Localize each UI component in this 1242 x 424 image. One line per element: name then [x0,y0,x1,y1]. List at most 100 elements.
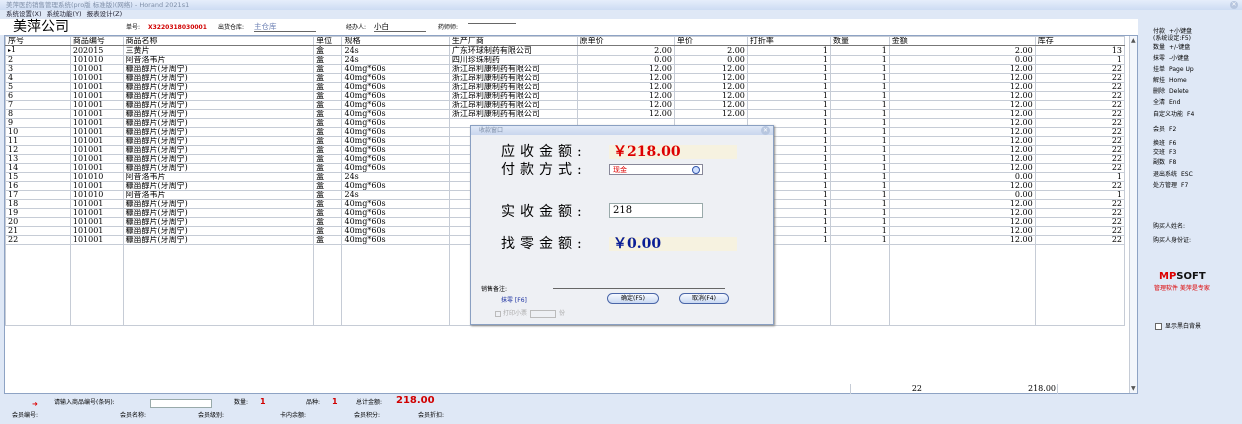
table-cell[interactable]: 101001 [69,73,124,83]
table-cell[interactable]: 18 [5,199,71,209]
confirm-button[interactable]: 确定(F5) [607,293,659,304]
print-copies-input[interactable] [530,309,557,318]
table-cell[interactable]: 12.00 [673,100,748,110]
table-cell[interactable]: 浙江昂利康制药有限公司 [448,91,578,101]
col-header[interactable]: 规格 [341,36,450,46]
cancel-button[interactable]: 取消(F4) [679,293,729,304]
table-cell[interactable]: 40mg*60s [341,127,450,137]
table-cell[interactable]: 阿昔洛韦片 [122,190,315,200]
table-cell[interactable]: 24s [341,172,450,182]
table-cell[interactable]: 12.00 [576,91,675,101]
table-cell[interactable]: 12.00 [888,109,1036,119]
col-header[interactable]: 原单价 [576,36,675,46]
table-cell[interactable]: 22 [1034,100,1126,110]
dropdown-icon[interactable] [692,166,700,174]
table-cell[interactable]: 12.00 [673,73,748,83]
table-cell[interactable]: 0.00 [673,55,748,65]
table-cell[interactable]: 浙江昂利康制药有限公司 [448,64,578,74]
table-cell[interactable]: 盒 [313,190,343,200]
table-cell[interactable]: 12.00 [673,64,748,74]
table-cell[interactable]: 22 [1034,181,1126,191]
print-receipt-option[interactable]: 打印小票 份 [495,308,565,318]
table-cell[interactable]: 糠甾醇片(牙周宁) [122,199,315,209]
table-cell[interactable]: 22 [1034,226,1126,236]
table-cell[interactable]: 101001 [69,64,124,74]
table-cell[interactable]: 9 [5,118,71,128]
handler-field[interactable]: 小白 [374,23,426,32]
table-cell[interactable]: 盒 [313,145,343,155]
table-cell[interactable]: 1 [746,73,832,83]
col-header[interactable]: 商品名称 [122,36,315,46]
table-cell[interactable]: 40mg*60s [341,118,450,128]
table-cell[interactable]: 13 [5,154,71,164]
table-cell[interactable]: 40mg*60s [341,235,450,245]
table-cell[interactable]: 12.00 [888,181,1036,191]
table-cell[interactable]: 40mg*60s [341,91,450,101]
table-cell[interactable]: 浙江昂利康制药有限公司 [448,109,578,119]
table-cell[interactable]: 1 [830,100,890,110]
table-cell[interactable]: 101010 [69,190,124,200]
table-cell[interactable]: 1 [830,235,890,245]
warehouse-select[interactable]: 主仓库 [254,23,316,32]
table-cell[interactable]: 浙江昂利康制药有限公司 [448,73,578,83]
wipe-zero-link[interactable]: 抹零 [F6] [501,295,527,304]
table-cell[interactable]: 12.00 [576,100,675,110]
table-cell[interactable]: 101001 [69,100,124,110]
table-cell[interactable]: 2.00 [576,45,675,56]
menu-system-settings[interactable]: 系统设置(X) [6,10,42,19]
table-cell[interactable]: 40mg*60s [341,163,450,173]
table-cell[interactable]: 10 [5,127,71,137]
table-cell[interactable]: 三黄片 [122,45,315,56]
table-cell[interactable]: 1 [830,145,890,155]
pay-method-select[interactable]: 现金 [609,164,703,175]
table-cell[interactable]: 12.00 [576,82,675,92]
table-cell[interactable]: 40mg*60s [341,217,450,227]
table-cell[interactable]: 15 [5,172,71,182]
table-cell[interactable]: 22 [1034,235,1126,245]
table-cell[interactable]: 2 [5,55,71,65]
table-cell[interactable]: 盒 [313,199,343,209]
table-cell[interactable]: 阿昔洛韦片 [122,172,315,182]
table-cell[interactable]: 7 [5,100,71,110]
table-cell[interactable]: 1 [830,127,890,137]
table-cell[interactable]: 101001 [69,217,124,227]
table-cell[interactable]: 糠甾醇片(牙周宁) [122,100,315,110]
table-cell[interactable]: 12.00 [888,73,1036,83]
table-cell[interactable]: 40mg*60s [341,136,450,146]
table-cell[interactable]: 1 [746,64,832,74]
table-cell[interactable]: 糠甾醇片(牙周宁) [122,154,315,164]
print-checkbox[interactable] [495,310,501,317]
close-icon[interactable]: ✕ [1230,1,1238,9]
table-cell[interactable]: 盒 [313,55,343,65]
table-cell[interactable]: 0.00 [888,172,1036,182]
table-cell[interactable]: 1 [1034,172,1126,182]
table-cell[interactable]: 40mg*60s [341,145,450,155]
table-cell[interactable]: 12.00 [576,64,675,74]
table-cell[interactable]: 40mg*60s [341,154,450,164]
table-cell[interactable]: 101001 [69,109,124,119]
table-cell[interactable]: 糠甾醇片(牙周宁) [122,127,315,137]
table-cell[interactable]: 盒 [313,64,343,74]
table-cell[interactable]: 盒 [313,127,343,137]
table-cell[interactable]: 1 [830,217,890,227]
table-cell[interactable]: 101001 [69,82,124,92]
table-cell[interactable]: 盒 [313,163,343,173]
table-cell[interactable]: 22 [1034,73,1126,83]
table-cell[interactable]: 盒 [313,82,343,92]
table-cell[interactable]: 1 [1034,55,1126,65]
table-cell[interactable]: 2.00 [888,45,1036,56]
table-cell[interactable]: 3 [5,64,71,74]
table-cell[interactable]: 盒 [313,109,343,119]
table-row[interactable]: 8 101001 糠甾醇片(牙周宁) 盒 40mg*60s 浙江昂利康制药有限公司 12.0… [5,109,1126,119]
table-cell[interactable]: 糠甾醇片(牙周宁) [122,109,315,119]
table-row[interactable]: 2 101010 阿昔洛韦片盒 24s 四川珍珠制药 0.00 0.00 1 1 0.00 1 [5,55,1126,65]
table-cell[interactable]: 202015 [69,45,124,56]
table-cell[interactable]: 1 [830,172,890,182]
table-cell[interactable]: 12.00 [888,154,1036,164]
table-cell[interactable]: 40mg*60s [341,199,450,209]
table-cell[interactable]: 22 [1034,64,1126,74]
table-row[interactable]: 6 101001 糠甾醇片(牙周宁) 盒 40mg*60s 浙江昂利康制药有限公司 12.0… [5,91,1126,101]
table-cell[interactable]: 1 [1034,190,1126,200]
table-cell[interactable]: 糠甾醇片(牙周宁) [122,208,315,218]
sales-note-input[interactable] [553,288,725,289]
